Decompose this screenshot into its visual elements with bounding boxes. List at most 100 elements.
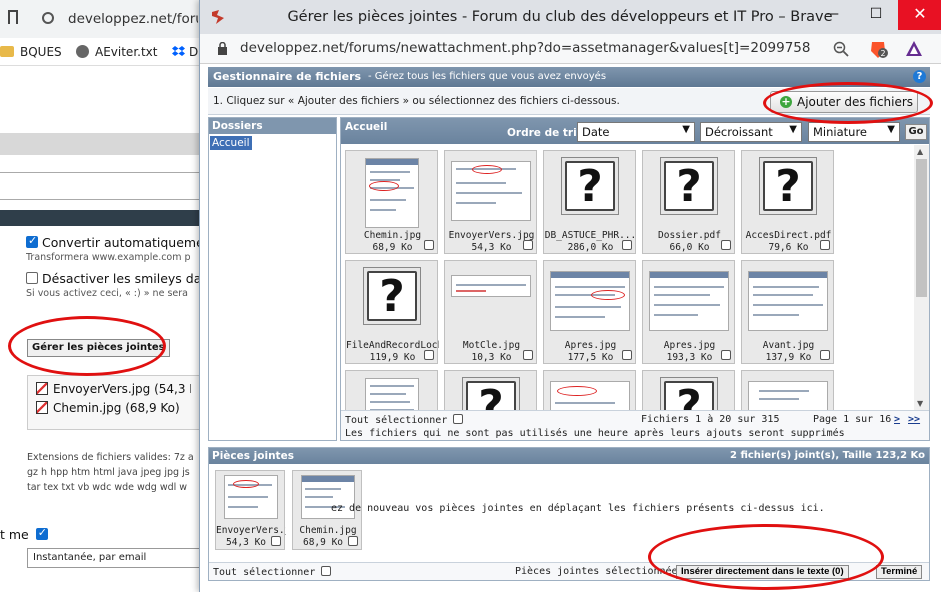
select-checkbox[interactable]	[424, 240, 434, 250]
file-thumb[interactable]: Apres.jpg 193,3 Ko	[642, 260, 735, 364]
add-icon: +	[780, 95, 792, 108]
bookmarks-bar: BQUES AEviter.txt D	[0, 38, 200, 66]
attached-file-item[interactable]: Chemin.jpg (68,9 Ko)	[36, 401, 191, 415]
attachment-thumb[interactable]: EnvoyerVers.jpg 54,3 Ko	[215, 470, 286, 550]
last-page-link[interactable]: >>	[908, 414, 920, 425]
notify-select[interactable]: Instantanée, par email	[27, 548, 200, 568]
unknown-file-icon: ?	[660, 157, 718, 215]
file-thumb[interactable]	[543, 370, 636, 410]
select-checkbox[interactable]	[721, 240, 731, 250]
bookmark-aeviter[interactable]: AEviter.txt	[76, 45, 157, 59]
window-title: Gérer les pièces jointes - Forum du club…	[287, 9, 833, 25]
select-checkbox[interactable]	[820, 240, 830, 250]
attachments-title: Pièces jointes	[212, 450, 294, 462]
window-titlebar[interactable]: Gérer les pièces jointes - Forum du club…	[200, 0, 941, 34]
option-convert-hint: Transformera www.example.com p	[26, 252, 191, 263]
file-thumb[interactable]: Chemin.jpg 68,9 Ko	[345, 150, 438, 254]
brave-shields-icon[interactable]: 2	[868, 39, 888, 59]
checkbox-checked[interactable]	[35, 526, 48, 540]
select-all-checkbox[interactable]	[453, 414, 464, 424]
file-thumb[interactable]: Avant.jpg 137,9 Ko	[741, 260, 834, 364]
file-thumb[interactable]: ?	[444, 370, 537, 410]
dropbox-icon	[172, 46, 185, 56]
select-checkbox[interactable]	[523, 240, 533, 250]
insert-inline-button[interactable]: Insérer directement dans le texte (0)	[676, 565, 849, 579]
cleanup-notice: Les fichiers qui ne sont pas utilisés un…	[345, 428, 845, 439]
background-toolbar-strip	[0, 133, 200, 155]
background-text-input[interactable]	[0, 172, 200, 200]
bookmark-icon[interactable]	[8, 10, 18, 24]
globe-icon	[76, 45, 89, 58]
maximize-icon[interactable]: ☐	[854, 0, 898, 30]
select-checkbox[interactable]	[622, 240, 632, 250]
select-checkbox[interactable]	[348, 536, 358, 546]
unknown-file-icon: ?	[462, 377, 520, 410]
folders-pane: Dossiers Accueil	[208, 117, 337, 441]
breadcrumb: Accueil	[345, 121, 388, 133]
file-range: Fichiers 1 à 20 sur 315	[641, 414, 780, 425]
image-preview	[451, 161, 531, 221]
select-checkbox[interactable]	[271, 536, 281, 546]
option-convert-urls[interactable]: Convertir automatiquement	[26, 235, 200, 250]
select-all-attachments[interactable]: Tout sélectionner	[213, 566, 332, 578]
selected-attachments-label: Pièces jointes sélectionnées :	[515, 566, 696, 577]
manage-attachments-button[interactable]: Gérer les pièces jointes	[27, 339, 170, 357]
file-thumb[interactable]	[741, 370, 834, 410]
select-all-files[interactable]: Tout sélectionner	[345, 414, 464, 426]
zoom-icon[interactable]	[833, 41, 849, 57]
checkbox-checked[interactable]	[26, 235, 38, 248]
option-disable-smileys[interactable]: Désactiver les smileys dans	[26, 271, 200, 286]
folder-item-accueil[interactable]: Accueil	[210, 136, 252, 150]
bookmark-dropbox[interactable]: D	[172, 45, 198, 59]
select-checkbox[interactable]	[424, 350, 434, 360]
sort-by-select[interactable]: Date ▼	[577, 122, 695, 142]
attached-file-item[interactable]: EnvoyerVers.jpg (54,3 Ko)	[36, 382, 191, 396]
attachments-pane: Pièces jointes 2 fichier(s) joint(s), Ta…	[208, 447, 930, 581]
file-thumbnails: Chemin.jpg 68,9 Ko EnvoyerVers.jpg 54,3 …	[341, 145, 914, 410]
option-smileys-hint: Si vous activez ceci, « :) » ne sera	[26, 288, 188, 299]
select-checkbox[interactable]	[622, 350, 632, 360]
view-mode-select[interactable]: Miniature ▼	[808, 122, 900, 142]
select-all-checkbox[interactable]	[321, 566, 332, 576]
address-bar[interactable]: developpez.net/forums/newattachment.php?…	[200, 34, 941, 64]
file-thumb[interactable]: ? Dossier.pdf 66,0 Ko	[642, 150, 735, 254]
background-url-text[interactable]: developpez.net/foru	[68, 11, 198, 27]
folders-header: Dossiers	[209, 118, 336, 134]
scroll-up-icon[interactable]: ▲	[917, 147, 923, 156]
select-checkbox[interactable]	[820, 350, 830, 360]
add-files-button[interactable]: + Ajouter des fichiers	[770, 91, 918, 113]
file-thumb[interactable]: EnvoyerVers.jpg 54,3 Ko	[444, 150, 537, 254]
scroll-down-icon[interactable]: ▼	[917, 399, 923, 408]
next-page-link[interactable]: >	[894, 414, 900, 425]
file-thumb[interactable]: Apres.jpg 177,5 Ko	[543, 260, 636, 364]
background-reload-icon[interactable]	[42, 12, 54, 24]
url-text[interactable]: developpez.net/forums/newattachment.php?…	[240, 34, 810, 64]
help-icon[interactable]: ?	[913, 70, 926, 83]
lock-icon[interactable]	[217, 42, 228, 55]
select-checkbox[interactable]	[721, 350, 731, 360]
file-thumb[interactable]	[345, 370, 438, 410]
checkbox-unchecked[interactable]	[26, 272, 38, 284]
scroll-thumb[interactable]	[916, 159, 927, 297]
unknown-file-icon: ?	[660, 377, 718, 410]
bookmark-bques[interactable]: BQUES	[0, 45, 62, 59]
file-thumb[interactable]: ?	[642, 370, 735, 410]
brave-rewards-icon[interactable]	[905, 40, 923, 58]
unknown-file-icon: ?	[759, 157, 817, 215]
file-thumb[interactable]: MotCle.jpg 10,3 Ko	[444, 260, 537, 364]
done-button[interactable]: Terminé	[876, 565, 923, 579]
go-button[interactable]: Go	[905, 124, 927, 140]
files-scrollbar[interactable]: ▲ ▼	[914, 145, 929, 410]
attached-files-list: EnvoyerVers.jpg (54,3 Ko) Chemin.jpg (68…	[27, 375, 200, 430]
select-checkbox[interactable]	[523, 350, 533, 360]
notify-option[interactable]: t me	[0, 526, 200, 542]
file-thumb[interactable]: ? AccesDirect.pdf 79,6 Ko	[741, 150, 834, 254]
file-thumb[interactable]: ? FileAndRecordLock 119,9 Ko	[345, 260, 439, 364]
attachments-footer: Tout sélectionner Pièces jointes sélecti…	[209, 562, 929, 580]
minimize-icon[interactable]: —	[810, 0, 854, 30]
sort-order-select[interactable]: Décroissant ▼	[700, 122, 802, 142]
chevron-down-icon: ▼	[887, 124, 895, 135]
close-icon[interactable]: ✕	[898, 0, 941, 30]
attachment-manager-window: Gérer les pièces jointes - Forum du club…	[199, 0, 941, 592]
file-thumb[interactable]: ? DB_ASTUCE_PHR... 286,0 Ko	[543, 150, 636, 254]
